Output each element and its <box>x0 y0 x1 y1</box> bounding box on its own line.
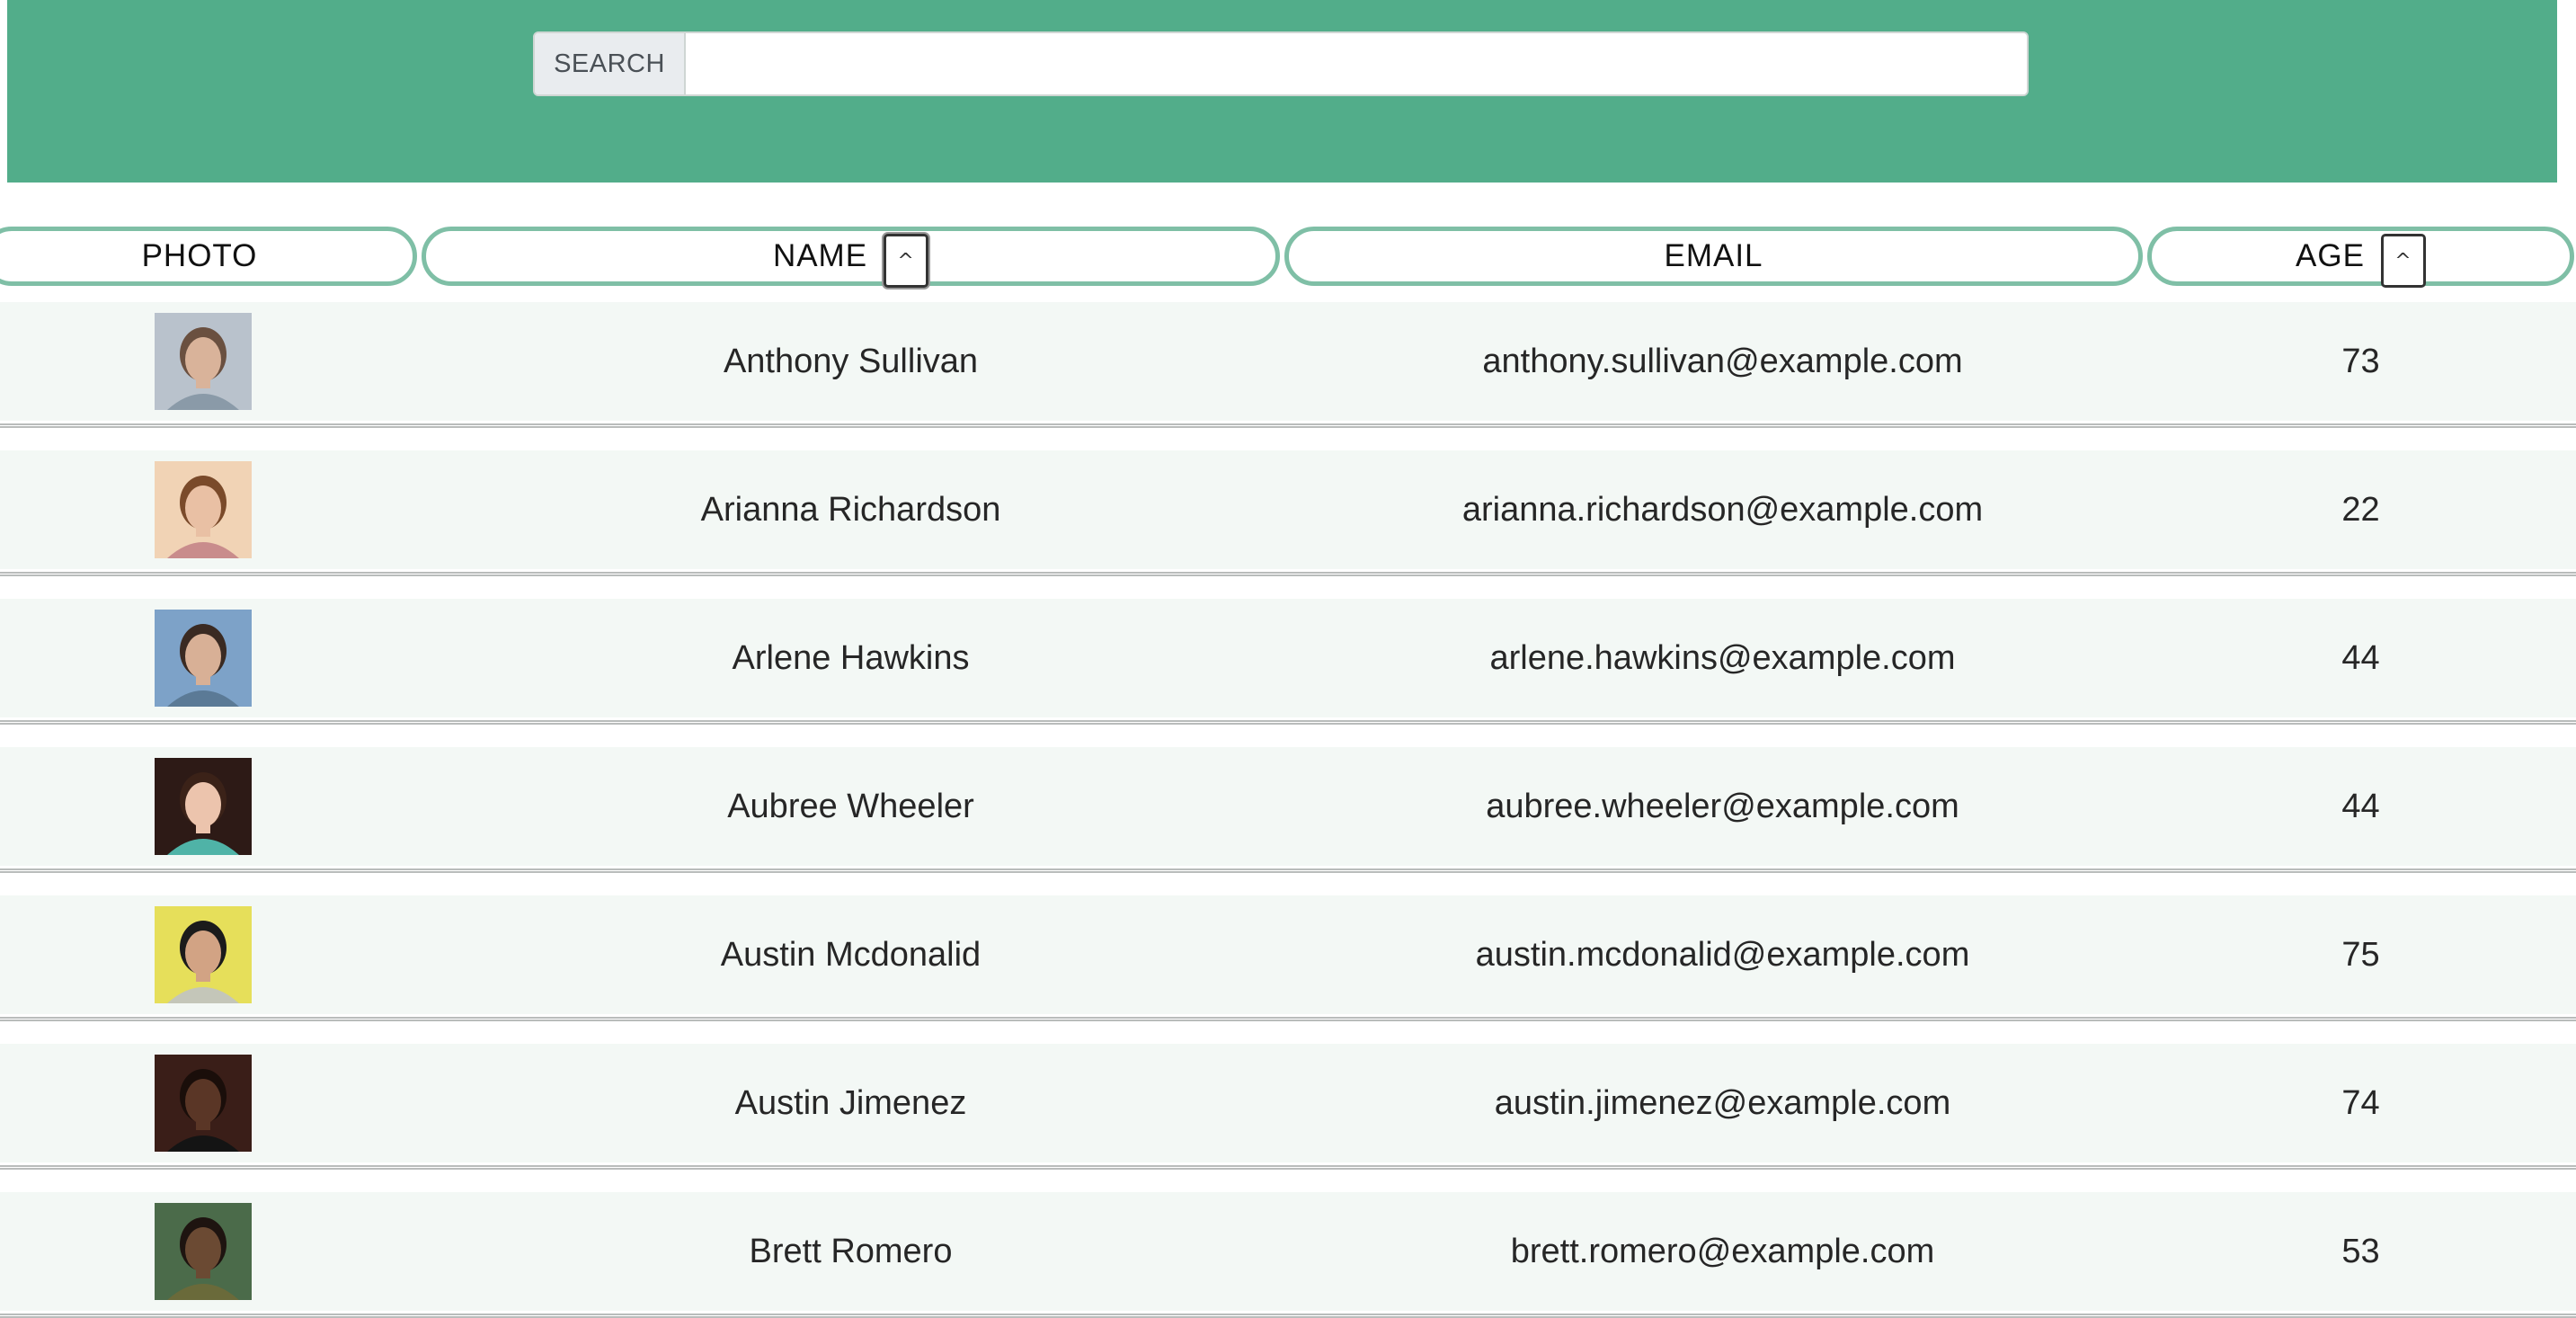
cell-email: aubree.wheeler@example.com <box>1486 787 1959 825</box>
row-divider <box>0 1017 2576 1021</box>
search-group: SEARCH <box>533 31 2029 96</box>
search-label: SEARCH <box>535 33 686 94</box>
column-label-photo: PHOTO <box>141 238 258 273</box>
avatar <box>155 906 252 1003</box>
row-divider <box>0 720 2576 725</box>
row-divider <box>0 1165 2576 1170</box>
cell-email: arlene.hawkins@example.com <box>1489 638 1956 677</box>
table-header: PHOTO NAME ^ EMAIL AGE ^ <box>0 227 2576 289</box>
avatar <box>155 313 252 410</box>
table-row[interactable]: Arianna Richardson arianna.richardson@exa… <box>0 450 2576 569</box>
row-divider <box>0 423 2576 428</box>
cell-name: Arlene Hawkins <box>732 638 970 677</box>
table-row[interactable]: Aubree Wheeler aubree.wheeler@example.com… <box>0 747 2576 866</box>
column-label-age: AGE <box>2296 238 2365 273</box>
cell-email: austin.jimenez@example.com <box>1494 1083 1951 1122</box>
search-input[interactable] <box>686 33 2027 94</box>
column-header-age: AGE ^ <box>2147 227 2574 288</box>
avatar <box>155 1055 252 1152</box>
cell-name: Aubree Wheeler <box>727 787 974 825</box>
cell-age: 44 <box>2341 638 2380 677</box>
cell-email: anthony.sullivan@example.com <box>1482 342 1963 380</box>
column-header-name: NAME ^ <box>422 227 1280 288</box>
cell-age: 74 <box>2341 1083 2380 1122</box>
cell-age: 75 <box>2341 935 2380 974</box>
cell-name: Brett Romero <box>749 1232 953 1270</box>
sort-age-button[interactable]: ^ <box>2380 234 2426 288</box>
avatar <box>155 461 252 558</box>
avatar <box>155 610 252 707</box>
column-header-photo: PHOTO <box>0 227 417 286</box>
avatar <box>155 758 252 855</box>
table-row[interactable]: Brett Romero brett.romero@example.com 53 <box>0 1192 2576 1311</box>
column-header-email: EMAIL <box>1284 227 2143 286</box>
table-row[interactable]: Austin Jimenez austin.jimenez@example.com… <box>0 1044 2576 1162</box>
cell-age: 53 <box>2341 1232 2380 1270</box>
cell-name: Austin Jimenez <box>734 1083 967 1122</box>
table-row[interactable]: Arlene Hawkins arlene.hawkins@example.com… <box>0 599 2576 717</box>
column-label-email: EMAIL <box>1664 238 1763 273</box>
row-divider <box>0 572 2576 576</box>
column-label-name: NAME <box>772 238 868 273</box>
cell-email: arianna.richardson@example.com <box>1461 490 1984 529</box>
sort-name-button[interactable]: ^ <box>884 234 929 288</box>
cell-age: 22 <box>2341 490 2380 529</box>
row-divider <box>0 868 2576 873</box>
cell-age: 44 <box>2341 787 2380 825</box>
cell-name: Austin Mcdonalid <box>720 935 982 974</box>
cell-age: 73 <box>2341 342 2380 380</box>
cell-email: brett.romero@example.com <box>1510 1232 1935 1270</box>
cell-email: austin.mcdonalid@example.com <box>1475 935 1970 974</box>
row-divider <box>0 1314 2576 1318</box>
cell-name: Anthony Sullivan <box>723 342 979 380</box>
avatar <box>155 1203 252 1300</box>
table-row[interactable]: Anthony Sullivan anthony.sullivan@example… <box>0 302 2576 421</box>
table-row[interactable]: Austin Mcdonalid austin.mcdonalid@example… <box>0 895 2576 1014</box>
cell-name: Arianna Richardson <box>700 490 1001 529</box>
